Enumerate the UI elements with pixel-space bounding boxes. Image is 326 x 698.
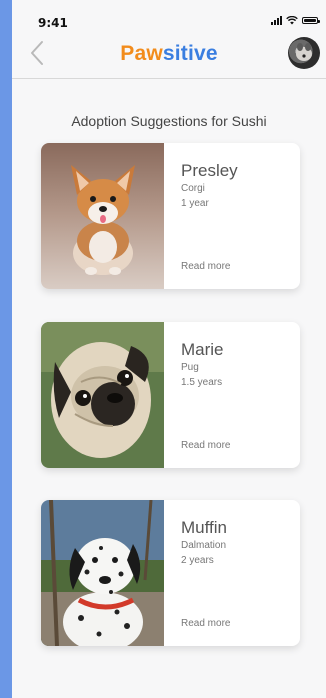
- wifi-icon: [286, 16, 298, 25]
- read-more-link[interactable]: Read more: [181, 618, 230, 629]
- nav-bar: Pawsitive: [12, 30, 326, 79]
- app-screen: 9:41 Pawsitive Adoption Suggestions for …: [12, 0, 326, 698]
- pet-name: Presley: [181, 161, 238, 180]
- pet-breed: Corgi: [181, 183, 205, 194]
- pet-photo-pug: [41, 322, 164, 468]
- pet-breed: Pug: [181, 362, 199, 373]
- pet-breed: Dalmation: [181, 540, 227, 551]
- status-icons: [271, 16, 320, 25]
- pet-name: Muffin: [181, 518, 227, 537]
- pet-card-muffin[interactable]: Muffin Dalmation 2 years Read more: [41, 500, 300, 646]
- status-bar: 9:41: [12, 0, 326, 30]
- logo-part-paw: Paw: [120, 42, 163, 65]
- signal-icon: [271, 16, 282, 25]
- pet-age: 2 years: [181, 555, 214, 566]
- pet-age: 1.5 years: [181, 377, 223, 388]
- pet-name: Marie: [181, 340, 224, 359]
- pet-card-presley[interactable]: Presley Corgi 1 year Read more: [41, 143, 300, 289]
- read-more-link[interactable]: Read more: [181, 261, 230, 272]
- pet-photo-dalmatian: [41, 500, 164, 646]
- status-time: 9:41: [38, 16, 68, 30]
- pet-card-marie[interactable]: Marie Pug 1.5 years Read more: [41, 322, 300, 468]
- pet-age: 1 year: [181, 198, 209, 209]
- pet-photo-corgi: [41, 143, 164, 289]
- profile-avatar[interactable]: [288, 37, 320, 69]
- section-title: Adoption Suggestions for Sushi: [71, 113, 267, 129]
- read-more-link[interactable]: Read more: [181, 440, 230, 451]
- app-logo: Pawsitive: [12, 42, 326, 66]
- logo-part-sitive: sitive: [162, 42, 218, 65]
- battery-icon: [302, 17, 320, 24]
- user-avatar-icon: [296, 43, 312, 61]
